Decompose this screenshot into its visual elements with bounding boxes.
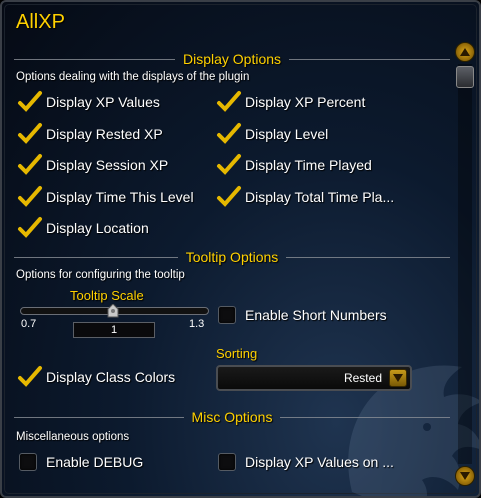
checkbox[interactable] xyxy=(217,123,241,144)
checkbox[interactable] xyxy=(18,91,42,112)
checkbox[interactable] xyxy=(18,366,42,387)
option-display-xp-percent[interactable]: Display XP Percent xyxy=(217,91,366,113)
window-title: AllXP xyxy=(16,11,65,33)
option-display-location[interactable]: Display Location xyxy=(18,217,149,239)
option-enable-short-numbers[interactable]: Enable Short Numbers xyxy=(218,304,387,326)
tooltip-options-description: Options for configuring the tooltip xyxy=(16,269,185,281)
display-options-title: Display Options xyxy=(182,51,282,67)
option-label: Display Rested XP xyxy=(46,126,163,142)
checkbox[interactable] xyxy=(19,453,37,471)
option-display-rested-xp[interactable]: Display Rested XP xyxy=(18,123,163,145)
arrow-up-icon[interactable] xyxy=(455,42,475,62)
option-display-session-xp[interactable]: Display Session XP xyxy=(18,154,169,176)
checkbox[interactable] xyxy=(217,154,241,175)
checkmark-icon xyxy=(18,91,42,112)
scrollbar[interactable] xyxy=(454,42,476,490)
option-display-xp-values-on[interactable]: Display XP Values on ... xyxy=(218,451,394,473)
checkmark-icon xyxy=(217,154,241,175)
option-display-total-time-played[interactable]: Display Total Time Pla... xyxy=(217,186,395,208)
checkmark-icon xyxy=(18,123,42,144)
scroll-thumb[interactable] xyxy=(456,66,474,88)
display-options-description: Options dealing with the displays of the… xyxy=(16,71,250,83)
checkbox[interactable] xyxy=(217,91,241,112)
checkmark-icon xyxy=(18,186,42,207)
tooltip-options-header: Tooltip Options xyxy=(14,248,451,266)
checkmark-icon xyxy=(217,186,241,207)
option-label: Display Time This Level xyxy=(46,189,194,205)
option-display-time-this-level[interactable]: Display Time This Level xyxy=(18,186,194,208)
tooltip-scale-label: Tooltip Scale xyxy=(70,288,144,303)
misc-options-description: Miscellaneous options xyxy=(16,431,130,443)
checkbox[interactable] xyxy=(18,154,42,175)
misc-options-title: Misc Options xyxy=(191,409,273,425)
option-display-level[interactable]: Display Level xyxy=(217,123,329,145)
checkbox[interactable] xyxy=(18,123,42,144)
sorting-label: Sorting xyxy=(216,346,258,361)
sorting-dropdown[interactable]: Rested xyxy=(216,365,412,391)
checkmark-icon xyxy=(217,91,241,112)
misc-options-header: Misc Options xyxy=(14,408,451,426)
checkbox[interactable] xyxy=(18,217,42,238)
slider-thumb[interactable] xyxy=(107,304,119,318)
scroll-track[interactable] xyxy=(458,64,472,464)
option-enable-debug[interactable]: Enable DEBUG xyxy=(19,451,143,473)
option-label: Display Level xyxy=(245,126,329,142)
option-label: Display XP Percent xyxy=(245,94,366,110)
option-label: Display XP Values on ... xyxy=(245,454,394,470)
arrow-down-icon[interactable] xyxy=(455,466,475,486)
tooltip-scale-value-input[interactable]: 1 xyxy=(73,322,155,338)
checkmark-icon xyxy=(18,217,42,238)
option-label: Display Session XP xyxy=(46,157,169,173)
option-label: Enable Short Numbers xyxy=(245,307,387,323)
chevron-down-icon[interactable] xyxy=(389,369,407,387)
checkbox[interactable] xyxy=(217,186,241,207)
checkmark-icon xyxy=(18,154,42,175)
checkbox[interactable] xyxy=(18,186,42,207)
option-display-time-played[interactable]: Display Time Played xyxy=(217,154,372,176)
sorting-selected-value: Rested xyxy=(343,371,382,385)
option-label: Display Location xyxy=(46,220,149,236)
option-label: Display XP Values xyxy=(46,94,160,110)
checkmark-icon xyxy=(217,123,241,144)
option-label: Display Class Colors xyxy=(46,369,176,385)
slider-max-label: 1.3 xyxy=(189,318,205,330)
tooltip-options-title: Tooltip Options xyxy=(185,249,279,265)
option-label: Display Total Time Pla... xyxy=(245,189,395,205)
checkbox[interactable] xyxy=(218,306,236,324)
option-label: Display Time Played xyxy=(245,157,372,173)
option-display-xp-values[interactable]: Display XP Values xyxy=(18,91,160,113)
options-panel: AllXP Display Options Options dealing wi… xyxy=(0,0,481,498)
checkmark-icon xyxy=(18,366,42,387)
option-display-class-colors[interactable]: Display Class Colors xyxy=(18,366,176,388)
display-options-header: Display Options xyxy=(14,50,451,68)
option-label: Enable DEBUG xyxy=(46,454,144,470)
slider-min-label: 0.7 xyxy=(21,318,37,330)
checkbox[interactable] xyxy=(218,453,236,471)
